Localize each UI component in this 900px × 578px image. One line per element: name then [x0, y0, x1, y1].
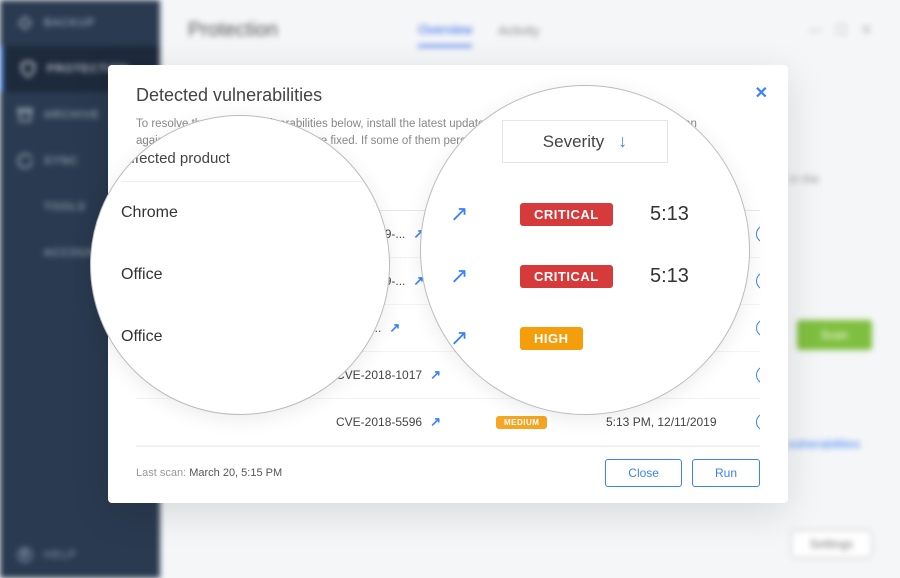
cell-name: CVE-2018-1017↗	[336, 367, 496, 383]
cell-product: Chrome	[136, 227, 336, 241]
info-icon[interactable]: i	[756, 319, 760, 337]
external-link-icon[interactable]: ↗	[430, 367, 441, 383]
tab-activity[interactable]: Activity	[498, 15, 539, 46]
cell-name: CVE-2019-...↗	[336, 273, 496, 289]
tools-icon	[16, 198, 34, 216]
table-row[interactable]: CVE-2018-5596↗MEDIUM5:13 PM, 12/11/2019i	[136, 399, 760, 446]
cell-severity: HIGH	[496, 320, 606, 336]
scan-button[interactable]: Scan	[797, 320, 872, 350]
modal-title: Detected vulnerabilities	[136, 85, 760, 106]
vulnerabilities-link[interactable]: vulnerabilities	[787, 435, 860, 454]
external-link-icon[interactable]: ↗	[430, 414, 441, 430]
sort-desc-icon: ↓	[545, 188, 551, 202]
window-controls: — ☐ ✕	[808, 22, 872, 38]
close-button[interactable]: Close	[605, 459, 682, 487]
tab-overview[interactable]: Overview	[418, 14, 472, 47]
window-close[interactable]: ✕	[861, 22, 872, 38]
help-label: HELP	[44, 549, 77, 561]
external-link-icon[interactable]: ↗	[389, 320, 400, 336]
cell-severity: MEDIUM	[496, 367, 606, 382]
cell-severity: MEDIUM	[496, 414, 606, 429]
close-icon[interactable]: ✕	[755, 83, 768, 103]
info-icon[interactable]: i	[756, 272, 760, 290]
col-detected[interactable]: Detected	[606, 188, 756, 202]
svg-text:?: ?	[22, 550, 28, 560]
info-icon[interactable]: i	[756, 413, 760, 431]
archive-icon	[16, 106, 34, 124]
cell-time: 5:13 PM, 12/11/2019	[606, 227, 756, 241]
table-row[interactable]: ChromeCVE-2019-...↗CRITICAL5:13 PM, 12/1…	[136, 211, 760, 258]
col-affected[interactable]: Affected product	[136, 188, 336, 202]
cell-name: CVE-2...↗	[336, 320, 496, 336]
run-button[interactable]: Run	[692, 459, 760, 487]
info-icon[interactable]: i	[756, 225, 760, 243]
cell-time: 5:13 PM, 12/11/2019	[606, 274, 756, 288]
sync-icon	[16, 152, 34, 170]
cell-time: 8, 12/11/2019	[606, 368, 756, 382]
col-name[interactable]: Name	[336, 188, 496, 202]
sidebar-label: ACCOUNT	[44, 247, 105, 259]
sidebar-item-backup[interactable]: BACKUP	[0, 0, 160, 46]
sidebar-label: SYNC	[44, 155, 79, 167]
tag-icon	[16, 14, 34, 32]
table-body: ChromeCVE-2019-...↗CRITICAL5:13 PM, 12/1…	[136, 211, 760, 446]
cell-time: 5:13 PM, 12/11/2019	[606, 415, 756, 429]
page-title: Protection	[188, 19, 278, 42]
table-row[interactable]: CVE-2018-1017↗MEDIUM8, 12/11/2019i	[136, 352, 760, 399]
window-maximize[interactable]: ☐	[835, 22, 847, 38]
account-icon	[16, 244, 34, 262]
sidebar-item-help[interactable]: ? HELP	[0, 532, 160, 578]
external-link-icon[interactable]: ↗	[413, 273, 424, 289]
cell-severity: CRITICAL	[496, 273, 606, 289]
cell-product: Office	[136, 274, 336, 288]
col-severity[interactable]: Severity ↓	[496, 188, 606, 202]
vulnerabilities-modal: ✕ Detected vulnerabilities To resolve th…	[108, 65, 788, 503]
sidebar-label: BACKUP	[44, 17, 95, 29]
table-header: Affected product Name Severity ↓ Detecte…	[136, 180, 760, 211]
cell-time: 2019	[606, 321, 756, 335]
settings-button[interactable]: Settings	[791, 530, 872, 558]
table-row[interactable]: OfficeCVE-2019-...↗CRITICAL5:13 PM, 12/1…	[136, 258, 760, 305]
modal-description: To resolve the detected vulnerabilities …	[136, 116, 760, 168]
help-icon: ?	[16, 546, 34, 564]
sidebar-label: TOOLS	[44, 201, 86, 213]
cell-name: CVE-2018-5596↗	[336, 414, 496, 430]
cell-name: CVE-2019-...↗	[336, 226, 496, 242]
window-minimize[interactable]: —	[808, 22, 821, 38]
table-row[interactable]: OfficeCVE-2...↗HIGH2019i	[136, 305, 760, 352]
sidebar-label: ARCHIVE	[44, 109, 100, 121]
last-scan: Last scan: March 20, 5:15 PM	[136, 467, 282, 479]
info-icon[interactable]: i	[756, 366, 760, 384]
cell-product: Office	[136, 321, 336, 335]
shield-icon	[19, 60, 37, 78]
topbar: Protection Overview Activity — ☐ ✕	[160, 0, 900, 60]
external-link-icon[interactable]: ↗	[413, 226, 424, 242]
cell-severity: CRITICAL	[496, 226, 606, 242]
modal-footer: Last scan: March 20, 5:15 PM Close Run	[136, 446, 760, 487]
